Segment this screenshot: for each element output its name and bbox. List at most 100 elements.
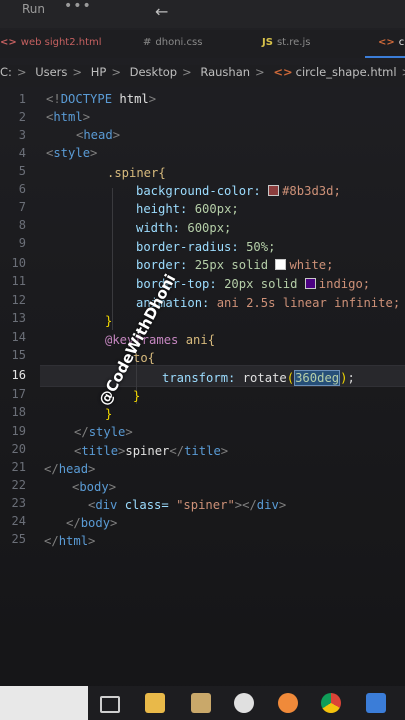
more-menu-icon[interactable]: ••• [64, 0, 92, 14]
tab-dhoni-css[interactable]: # dhoni.css [143, 37, 202, 48]
html-file-icon: <> [0, 37, 17, 48]
code-token: div [256, 498, 279, 512]
chevron-right-icon: > [72, 65, 83, 79]
code-token: } [105, 407, 113, 421]
file-explorer-icon[interactable] [145, 693, 165, 713]
line-number: 18 [11, 405, 26, 419]
breadcrumb-users[interactable]: Users [35, 65, 67, 79]
tab-web-sight2-html[interactable]: <> web sight2.html [0, 37, 102, 48]
screen-recorder-icon[interactable] [234, 693, 254, 713]
line-number: 20 [11, 442, 26, 456]
line-number: 23 [11, 496, 26, 510]
code-token: html [119, 92, 149, 106]
chevron-right-icon: > [16, 65, 27, 79]
breadcrumb-hp[interactable]: HP [91, 65, 107, 79]
code-token: 600px; [194, 202, 239, 216]
tab-st-re-js[interactable]: JS st.re.js [262, 37, 310, 48]
code-line: </html> [44, 534, 96, 548]
code-line: <head> [76, 128, 121, 142]
code-token: border-radius: [136, 240, 239, 254]
line-number: 17 [11, 387, 26, 401]
line-number: 13 [11, 311, 26, 325]
line-number: 24 [11, 514, 26, 528]
task-view-icon[interactable] [100, 696, 120, 713]
line-number: 8 [18, 218, 26, 232]
line-number: 14 [11, 330, 26, 344]
code-token: head [58, 462, 89, 476]
code-editor[interactable]: 1 2 3 4 5 6 7 8 9 10 11 12 13 14 15 16 1… [0, 88, 405, 648]
line-number: 10 [11, 256, 26, 270]
line-number: 11 [11, 274, 26, 288]
code-line: <body> [72, 480, 117, 494]
tab-circle-shape-html[interactable]: <>cir [378, 37, 405, 48]
code-line: </style> [74, 425, 133, 439]
breadcrumb-raushan[interactable]: Raushan [200, 65, 250, 79]
line-number: 3 [18, 128, 26, 142]
selected-text[interactable]: 360deg [294, 370, 341, 386]
code-line: <html> [46, 110, 91, 124]
menu-run[interactable]: Run [22, 2, 45, 16]
taskbar-search-area[interactable] [0, 686, 88, 720]
code-token: html [53, 110, 83, 124]
code-token: spiner [125, 444, 170, 458]
editor-tabs: <> web sight2.html # dhoni.css JS st.re.js … [0, 30, 405, 58]
code-token: style [53, 146, 91, 160]
code-token: ani 2.5s linear infinite; [216, 296, 401, 310]
code-token: } [133, 389, 141, 403]
code-token: html [58, 534, 89, 548]
css-file-icon: # [143, 37, 152, 48]
line-number: 12 [11, 293, 26, 307]
breadcrumb-desktop[interactable]: Desktop [130, 65, 177, 79]
code-token: .spiner{ [107, 166, 166, 180]
code-line-current: transform: rotate(360deg); [162, 370, 355, 386]
code-token: border: [136, 258, 188, 272]
code-token: DOCTYPE [60, 92, 113, 106]
html-file-icon: <> [378, 37, 395, 48]
breadcrumb: C: > Users > HP > Desktop > Raushan > <> circl… [0, 65, 405, 87]
html-file-icon: <> [273, 65, 293, 79]
line-number: 7 [18, 200, 26, 214]
line-number: 1 [18, 92, 26, 106]
menu-bar: Run ••• ← [0, 0, 405, 28]
line-number: 4 [18, 146, 26, 160]
code-line: <style> [46, 146, 98, 160]
back-arrow-icon[interactable]: ← [155, 2, 168, 21]
code-token: "spiner" [176, 498, 235, 512]
code-line: @keyframes ani{ [105, 331, 215, 349]
code-line: <title>spiner</title> [74, 444, 229, 458]
code-token: 25px solid [194, 258, 269, 272]
code-token: #8b3d3d; [282, 184, 341, 198]
code-line: </head> [44, 462, 96, 476]
code-token: 20px solid [224, 277, 298, 291]
color-swatch[interactable] [304, 278, 316, 289]
vscode-icon[interactable] [366, 693, 386, 713]
chrome-icon[interactable] [321, 693, 341, 713]
code-token: background-color: [136, 184, 261, 198]
notepad-icon[interactable] [191, 693, 211, 713]
tab-label: dhoni.css [155, 37, 203, 48]
code-token: head [83, 128, 113, 142]
line-number: 25 [11, 532, 26, 546]
line-number: 21 [11, 460, 26, 474]
code-token: body [80, 516, 111, 530]
code-line: background-color: #8b3d3d; [136, 182, 341, 200]
line-number: 9 [18, 236, 26, 250]
js-file-icon: JS [262, 37, 273, 48]
active-tab-indicator [365, 56, 405, 58]
line-number-current: 16 [11, 368, 26, 382]
code-token: indigo; [318, 277, 371, 291]
chevron-right-icon: > [182, 65, 192, 79]
tab-label: st.re.js [276, 37, 311, 48]
line-number: 19 [11, 424, 26, 438]
code-token: } [105, 314, 113, 328]
firefox-icon[interactable] [278, 693, 298, 713]
color-swatch[interactable] [268, 185, 280, 196]
code-token: 50%; [246, 240, 276, 254]
color-swatch[interactable] [275, 259, 287, 270]
breadcrumb-drive[interactable]: C: [0, 65, 12, 79]
code-token: height: [136, 202, 188, 216]
breadcrumb-file[interactable]: circle_shape.html [296, 65, 397, 79]
line-number: 22 [11, 478, 26, 492]
line-number: 6 [18, 182, 26, 196]
line-number: 5 [18, 164, 26, 178]
